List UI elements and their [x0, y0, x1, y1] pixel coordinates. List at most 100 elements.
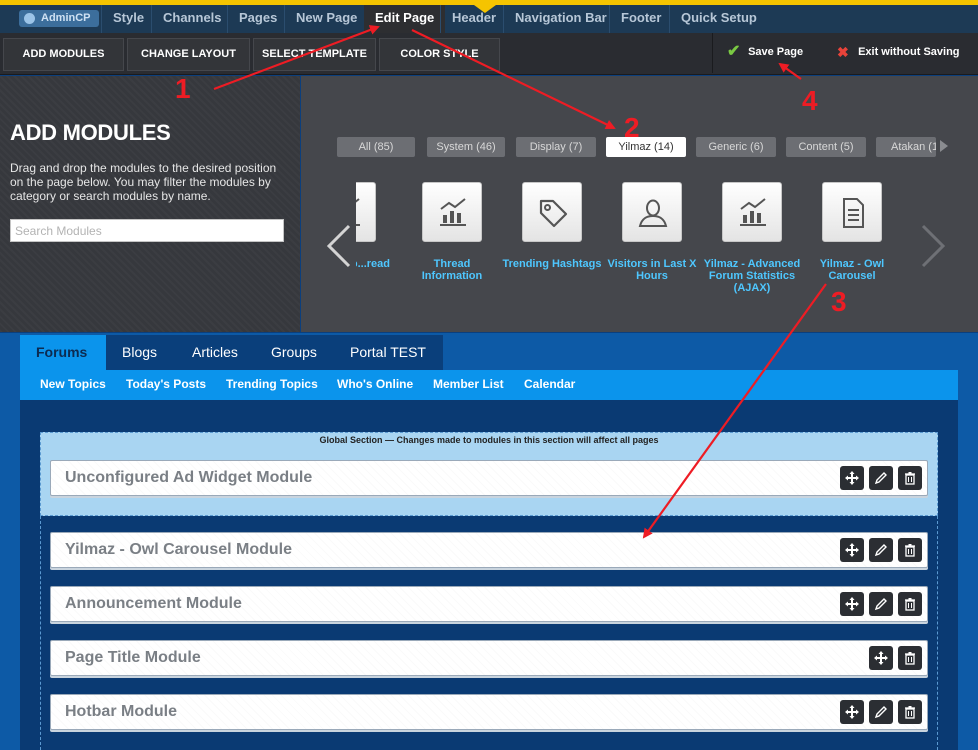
save-page-button[interactable]: ✔ Save Page	[727, 33, 803, 73]
annotation-number-2: 2	[624, 112, 640, 143]
annotation-number-3: 3	[831, 286, 847, 317]
trash-icon[interactable]	[898, 466, 922, 490]
document-icon	[822, 182, 882, 242]
nav-tab-articles[interactable]: Articles	[176, 335, 255, 370]
module-actions	[840, 538, 922, 562]
module-label: Thread Information	[421, 258, 483, 282]
module-advanced-forum-statistics[interactable]: Yilmaz - Advanced Forum Statistics (AJAX…	[702, 182, 802, 294]
chart-icon	[356, 182, 376, 242]
module-name: Page Title Module	[65, 649, 201, 666]
subnav-calendar[interactable]: Calendar	[524, 370, 575, 400]
chart-icon	[722, 182, 782, 242]
module-label: Visitors in Last X Hours	[607, 258, 697, 282]
move-icon[interactable]	[840, 592, 864, 616]
module-item[interactable]: ...read Info...read	[356, 182, 396, 270]
nav-tab-portal-test[interactable]: Portal TEST	[334, 335, 443, 370]
edit-icon[interactable]	[869, 592, 893, 616]
module-row[interactable]: Yilmaz - Owl Carousel Module	[50, 532, 928, 568]
subnav-member-list[interactable]: Member List	[433, 370, 504, 400]
move-icon[interactable]	[840, 466, 864, 490]
tag-icon	[522, 182, 582, 242]
filter-all[interactable]: All (85)	[337, 137, 415, 157]
module-actions	[840, 466, 922, 490]
module-name: Announcement Module	[65, 595, 242, 612]
tab-pages[interactable]: Pages	[227, 5, 288, 33]
filter-content[interactable]: Content (5)	[786, 137, 866, 157]
filter-yilmaz[interactable]: Yilmaz (14)	[606, 137, 686, 157]
module-row[interactable]: Hotbar Module	[50, 694, 928, 730]
admincp-button[interactable]: AdminCP	[19, 10, 99, 27]
module-name: Unconfigured Ad Widget Module	[65, 469, 313, 486]
module-row[interactable]: Announcement Module	[50, 586, 928, 622]
filter-generic[interactable]: Generic (6)	[696, 137, 776, 157]
move-icon[interactable]	[840, 538, 864, 562]
move-icon[interactable]	[869, 646, 893, 670]
exit-without-saving-button[interactable]: ✖ Exit without Saving	[837, 33, 960, 73]
trash-icon[interactable]	[898, 700, 922, 724]
admincp-label: AdminCP	[41, 12, 91, 24]
module-name: Yilmaz - Owl Carousel Module	[65, 541, 292, 558]
add-modules-button[interactable]: ADD MODULES	[3, 38, 124, 71]
module-label: Yilmaz - Advanced Forum Statistics (AJAX…	[703, 258, 801, 294]
annotation-number-4: 4	[802, 85, 818, 116]
module-label: ...read Info...read	[356, 258, 391, 270]
close-icon: ✖	[837, 44, 849, 61]
nav-tab-forums[interactable]: Forums	[20, 335, 106, 370]
filter-atakan[interactable]: Atakan (1	[876, 137, 936, 157]
user-icon	[622, 182, 682, 242]
save-page-label: Save Page	[748, 46, 804, 58]
tab-channels[interactable]: Channels	[151, 5, 233, 33]
carousel-next-icon[interactable]	[919, 222, 947, 279]
panel-title: ADD MODULES	[10, 120, 171, 145]
nav-tab-blogs[interactable]: Blogs	[106, 335, 176, 370]
tab-quick-setup[interactable]: Quick Setup	[669, 5, 768, 33]
edit-icon[interactable]	[869, 538, 893, 562]
exit-label: Exit without Saving	[858, 46, 960, 58]
edit-icon[interactable]	[869, 466, 893, 490]
module-row[interactable]: Unconfigured Ad Widget Module	[50, 460, 928, 496]
checkmark-icon: ✔	[727, 43, 741, 61]
edit-icon[interactable]	[869, 700, 893, 724]
change-layout-button[interactable]: CHANGE LAYOUT	[127, 38, 250, 71]
tab-navigation-bar[interactable]: Navigation Bar	[503, 5, 618, 33]
module-label: Trending Hashtags	[502, 258, 602, 270]
chart-icon	[422, 182, 482, 242]
color-style-button[interactable]: COLOR STYLE	[379, 38, 500, 71]
module-thread-information[interactable]: Thread Information	[402, 182, 502, 282]
module-row[interactable]: Page Title Module	[50, 640, 928, 676]
module-name: Hotbar Module	[65, 703, 177, 720]
search-modules-input[interactable]	[10, 219, 284, 242]
module-visitors-last-x-hours[interactable]: Visitors in Last X Hours	[602, 182, 702, 282]
add-modules-panel: ADD MODULES Drag and drop the modules to…	[0, 76, 300, 332]
subnav-whos-online[interactable]: Who's Online	[337, 370, 413, 400]
filter-scroll-right-icon[interactable]	[940, 140, 948, 152]
tab-edit-page[interactable]: Edit Page	[364, 5, 446, 33]
move-icon[interactable]	[840, 700, 864, 724]
module-owl-carousel[interactable]: Yilmaz - Owl Carousel	[802, 182, 902, 282]
trash-icon[interactable]	[898, 646, 922, 670]
subnav-todays-posts[interactable]: Today's Posts	[126, 370, 206, 400]
page-preview: Forums Blogs Articles Groups Portal TEST…	[0, 333, 978, 750]
global-section-title: Global Section — Changes made to modules…	[319, 435, 659, 445]
active-tab-notch	[474, 5, 496, 13]
tab-footer[interactable]: Footer	[609, 5, 672, 33]
panel-description: Drag and drop the modules to the desired…	[10, 161, 277, 203]
filter-system[interactable]: System (46)	[427, 137, 505, 157]
module-actions	[869, 646, 922, 670]
trash-icon[interactable]	[898, 538, 922, 562]
tab-style[interactable]: Style	[101, 5, 155, 33]
subnav-trending-topics[interactable]: Trending Topics	[226, 370, 318, 400]
site-sub-nav: New Topics Today's Posts Trending Topics…	[20, 370, 958, 400]
module-actions	[840, 592, 922, 616]
filter-display[interactable]: Display (7)	[516, 137, 596, 157]
global-section: Global Section — Changes made to modules…	[40, 432, 938, 516]
annotation-number-1: 1	[175, 73, 191, 104]
subnav-new-topics[interactable]: New Topics	[40, 370, 106, 400]
tab-new-page[interactable]: New Page	[284, 5, 368, 33]
select-template-button[interactable]: SELECT TEMPLATE	[253, 38, 376, 71]
carousel-prev-icon[interactable]	[325, 222, 353, 279]
trash-icon[interactable]	[898, 592, 922, 616]
module-trending-hashtags[interactable]: Trending Hashtags	[502, 182, 602, 270]
module-label: Yilmaz - Owl Carousel	[819, 258, 885, 282]
nav-tab-groups[interactable]: Groups	[255, 335, 334, 370]
